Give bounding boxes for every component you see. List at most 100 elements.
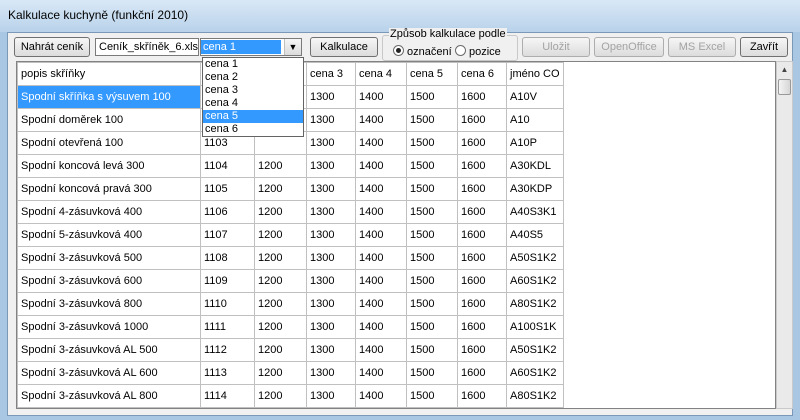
table-cell[interactable]: 1600: [457, 131, 507, 155]
table-cell[interactable]: Spodní 5-zásuvková 400: [17, 223, 201, 247]
openoffice-button[interactable]: OpenOffice: [594, 37, 664, 57]
column-header[interactable]: cena 4: [355, 62, 407, 86]
table-cell[interactable]: 1200: [254, 269, 307, 293]
table-row[interactable]: Spodní 3-zásuvková 500 1108 1200 1300 1400 15…: [17, 246, 564, 270]
price-column-combo[interactable]: cena 1 ▼: [200, 38, 302, 56]
vertical-scrollbar[interactable]: ▲: [776, 61, 793, 409]
table-cell[interactable]: 1500: [406, 223, 458, 247]
table-cell[interactable]: 1300: [306, 154, 356, 178]
table-cell[interactable]: 1200: [254, 407, 307, 408]
table-cell[interactable]: 1300: [306, 338, 356, 362]
table-cell[interactable]: 1600: [457, 338, 507, 362]
table-cell[interactable]: 1200: [254, 384, 307, 408]
table-row[interactable]: Spodní 3-zásuvková 800 1110 1200 1300 1400 15…: [17, 292, 564, 316]
table-cell[interactable]: 1400: [355, 315, 407, 339]
table-cell[interactable]: 1300: [306, 269, 356, 293]
table-cell[interactable]: Spodní 3-zásuvková AL 600: [17, 361, 201, 385]
table-cell[interactable]: 1500: [406, 177, 458, 201]
table-cell[interactable]: 1200: [254, 200, 307, 224]
table-cell[interactable]: 1500: [406, 154, 458, 178]
table-cell[interactable]: 1500: [406, 131, 458, 155]
table-row[interactable]: Spodní koncová levá 300 1104 1200 1300 1400 1…: [17, 154, 564, 178]
table-cell[interactable]: 1300: [306, 85, 356, 109]
table-cell[interactable]: Spodní otevřená 100: [17, 131, 201, 155]
table-cell[interactable]: A40S3K1: [506, 200, 564, 224]
table-cell[interactable]: 1400: [355, 384, 407, 408]
table-cell[interactable]: 1400: [355, 246, 407, 270]
table-cell[interactable]: 1300: [306, 292, 356, 316]
table-cell[interactable]: 1600: [457, 200, 507, 224]
table-cell[interactable]: 1500: [406, 108, 458, 132]
table-cell[interactable]: Spodní koncová levá 300: [17, 154, 201, 178]
table-cell[interactable]: 1200: [254, 246, 307, 270]
scrollbar-thumb[interactable]: [778, 79, 791, 95]
table-cell[interactable]: 1600: [457, 177, 507, 201]
table-cell[interactable]: 1500: [406, 269, 458, 293]
table-cell[interactable]: 1600: [457, 85, 507, 109]
table-cell[interactable]: 1600: [457, 223, 507, 247]
table-cell[interactable]: 1600: [457, 154, 507, 178]
table-cell[interactable]: 1115: [200, 407, 255, 408]
table-cell[interactable]: 1500: [406, 246, 458, 270]
close-button[interactable]: Zavřít: [740, 37, 788, 57]
table-row[interactable]: Spodní koncová pravá 300 1105 1200 1300 1400…: [17, 177, 564, 201]
radio-oznaceni[interactable]: označení: [393, 45, 452, 58]
table-cell[interactable]: 1200: [254, 177, 307, 201]
table-cell[interactable]: Spodní 3-zásuvková AL 800: [17, 384, 201, 408]
table-cell[interactable]: 1400: [355, 108, 407, 132]
table-row[interactable]: Spodní 4-zásuvková 400 1106 1200 1300 1400 15…: [17, 200, 564, 224]
table-cell[interactable]: 1600: [457, 361, 507, 385]
table-cell[interactable]: 1300: [306, 223, 356, 247]
table-cell[interactable]: 1300: [306, 361, 356, 385]
table-cell[interactable]: 1400: [355, 131, 407, 155]
table-cell[interactable]: 1500: [406, 200, 458, 224]
ms-excel-button[interactable]: MS Excel: [668, 37, 736, 57]
table-cell[interactable]: 1300: [306, 200, 356, 224]
table-cell[interactable]: 1111: [200, 315, 255, 339]
dropdown-option[interactable]: cena 3: [203, 84, 303, 97]
table-cell[interactable]: A50S1K2: [506, 246, 564, 270]
table-cell[interactable]: Spodní 3-zásuvková 800: [17, 292, 201, 316]
table-cell[interactable]: A30KDL: [506, 154, 564, 178]
table-row[interactable]: Spodní 3-zásuvková 1000 1111 1200 1300 1400 1…: [17, 315, 564, 339]
table-cell[interactable]: Spodní koncová pravá 300: [17, 177, 201, 201]
table-cell[interactable]: 1400: [355, 177, 407, 201]
column-header[interactable]: cena 6: [457, 62, 507, 86]
table-row[interactable]: Spodní 3-zásuvková AL 500 1112 1200 1300 140…: [17, 338, 564, 362]
table-cell[interactable]: 1300: [306, 246, 356, 270]
table-cell[interactable]: A10: [506, 108, 564, 132]
table-cell[interactable]: 1300: [306, 407, 356, 408]
table-cell[interactable]: 1104: [200, 154, 255, 178]
table-row[interactable]: Spodní 5-zásuvková 400 1107 1200 1300 1400 15…: [17, 223, 564, 247]
table-cell[interactable]: A30KDP: [506, 177, 564, 201]
table-cell[interactable]: 1600: [457, 315, 507, 339]
table-cell[interactable]: A60S1K2: [506, 269, 564, 293]
table-cell[interactable]: 1108: [200, 246, 255, 270]
table-cell[interactable]: 1106: [200, 200, 255, 224]
scroll-up-arrow-icon[interactable]: ▲: [777, 62, 792, 78]
table-cell[interactable]: 1300: [306, 177, 356, 201]
table-cell[interactable]: 1200: [254, 154, 307, 178]
radio-pozice[interactable]: pozice: [455, 45, 501, 58]
load-pricelist-button[interactable]: Nahrát ceník: [14, 37, 90, 57]
table-cell[interactable]: 1200: [254, 361, 307, 385]
table-cell[interactable]: 1200: [254, 338, 307, 362]
table-cell[interactable]: 1500: [406, 361, 458, 385]
table-cell[interactable]: A60S1K2: [506, 361, 564, 385]
table-cell[interactable]: 1400: [355, 292, 407, 316]
table-cell[interactable]: A10P: [506, 131, 564, 155]
table-cell[interactable]: 1400: [355, 269, 407, 293]
table-row[interactable]: Spodní 3-zásuvková 100011151200130014001…: [17, 407, 564, 408]
table-cell[interactable]: 1400: [355, 407, 407, 408]
column-header[interactable]: jméno CO: [506, 62, 564, 86]
dropdown-option[interactable]: cena 6: [203, 123, 303, 136]
table-cell[interactable]: Spodní 3-zásuvková 500: [17, 246, 201, 270]
table-cell[interactable]: 1300: [306, 315, 356, 339]
table-cell[interactable]: 1400: [355, 200, 407, 224]
file-name-field[interactable]: Ceník_skříněk_6.xls: [95, 38, 199, 56]
table-cell[interactable]: A100S1K: [506, 315, 564, 339]
dropdown-option[interactable]: cena 4: [203, 97, 303, 110]
table-cell[interactable]: 1500: [406, 338, 458, 362]
table-cell[interactable]: Spodní 4-zásuvková 400: [17, 200, 201, 224]
table-cell[interactable]: 1400: [355, 361, 407, 385]
